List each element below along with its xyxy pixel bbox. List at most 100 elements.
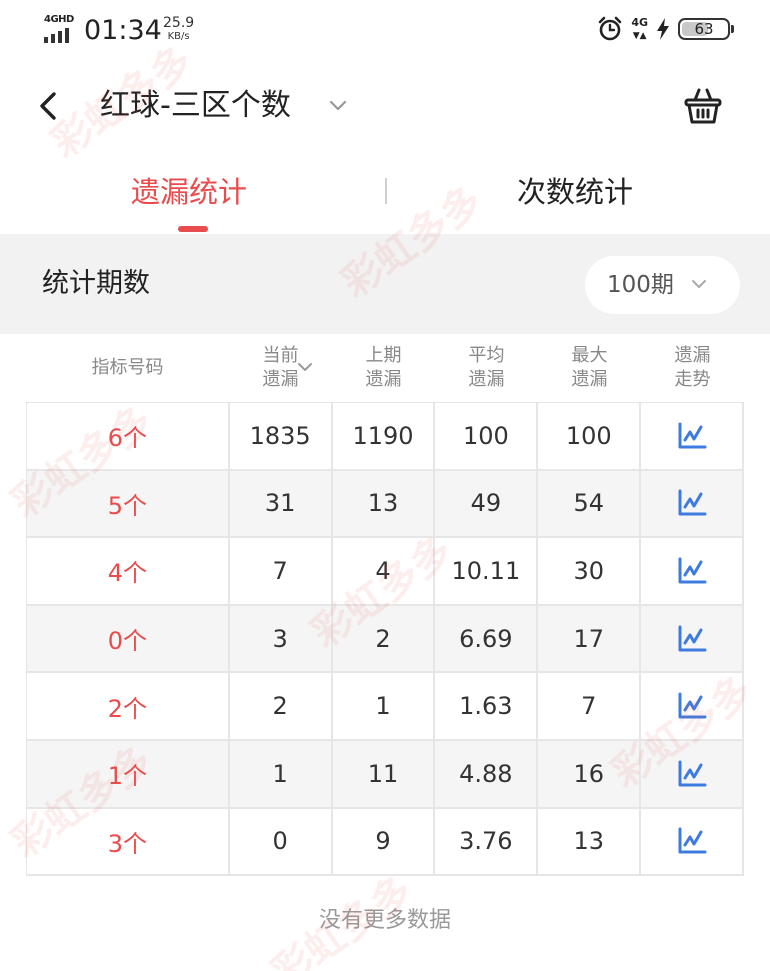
cell-average: 6.69 xyxy=(435,605,539,674)
header-max-missing: 最大 遗漏 xyxy=(538,344,641,392)
app-header: 红球-三区个数 xyxy=(0,62,770,152)
cell-average: 49 xyxy=(435,470,539,539)
table-row: 5个 31 13 49 54 xyxy=(27,470,745,539)
header-line: 遗漏 xyxy=(468,369,505,390)
cellular-signal: 4GHD xyxy=(44,14,76,44)
cell-current: 0 xyxy=(229,808,333,877)
header-line: 遗漏 xyxy=(674,345,711,366)
no-more-data-text: 没有更多数据 xyxy=(318,908,451,933)
signal-bars-icon xyxy=(44,28,69,43)
table-header: 指标号码 当前 遗漏 上期 遗漏 平均 遗漏 最大 遗漏 遗漏 走势 xyxy=(26,334,744,402)
table-row: 1个 1 11 4.88 16 xyxy=(27,740,745,809)
cell-max: 7 xyxy=(538,673,642,741)
missing-stats-table: 6个 1835 1190 100 100 5个 31 13 49 54 4个 7 4 10.11 30 0个 3… xyxy=(26,402,745,877)
cell-label: 4个 xyxy=(27,538,230,606)
header-line: 当前 xyxy=(262,345,299,366)
period-bar: 统计期数 100期 xyxy=(0,234,770,334)
table-row: 6个 1835 1190 100 100 xyxy=(27,403,745,471)
header-line: 走势 xyxy=(674,369,711,390)
cell-previous: 11 xyxy=(332,740,436,809)
table-row: 4个 7 4 10.11 30 xyxy=(27,538,745,606)
header-line: 遗漏 xyxy=(571,369,608,390)
cell-current: 1835 xyxy=(229,403,333,471)
header-line: 平均 xyxy=(468,345,505,366)
charging-bolt-icon xyxy=(657,18,669,40)
header-previous-missing: 上期 遗漏 xyxy=(332,344,435,392)
cell-previous: 1 xyxy=(332,673,436,741)
cell-max: 17 xyxy=(538,605,642,674)
alarm-icon xyxy=(599,16,622,41)
cell-average: 1.63 xyxy=(435,673,539,741)
page-title[interactable]: 红球-三区个数 xyxy=(100,86,291,126)
cell-current: 31 xyxy=(229,470,333,539)
cell-trend[interactable] xyxy=(641,605,745,674)
cell-previous: 4 xyxy=(332,538,436,606)
table-row: 2个 2 1 1.63 7 xyxy=(27,673,745,741)
network-type-label: 4GHD xyxy=(44,14,74,25)
cell-previous: 2 xyxy=(332,605,436,674)
cell-label: 1个 xyxy=(27,740,230,809)
cell-max: 16 xyxy=(538,740,642,809)
cell-label: 5个 xyxy=(27,470,230,539)
status-icons: 4G ▼▲ 63 xyxy=(597,15,734,42)
trend-chart-icon[interactable] xyxy=(677,827,707,855)
table-row: 0个 3 2 6.69 17 xyxy=(27,605,745,674)
cell-trend[interactable] xyxy=(641,673,745,741)
trend-chart-icon[interactable] xyxy=(677,422,707,450)
trend-chart-icon[interactable] xyxy=(677,692,707,720)
cell-current: 3 xyxy=(229,605,333,674)
header-current-missing[interactable]: 当前 遗漏 xyxy=(229,344,332,392)
trend-chart-icon[interactable] xyxy=(677,625,707,653)
mobile-data-indicator: 4G ▼▲ xyxy=(631,15,648,41)
cell-max: 100 xyxy=(538,403,642,471)
tab-bar: 遗漏统计 次数统计 xyxy=(0,152,770,234)
cell-label: 2个 xyxy=(27,673,230,741)
trend-chart-icon[interactable] xyxy=(677,760,707,788)
battery-percent: 63 xyxy=(694,20,714,38)
mobile-data-label: 4G xyxy=(631,15,648,29)
tab-count-stats[interactable]: 次数统计 xyxy=(517,170,633,214)
basket-icon[interactable] xyxy=(682,86,724,128)
cell-trend[interactable] xyxy=(641,403,745,471)
cell-previous: 1190 xyxy=(332,403,436,471)
period-value: 100期 xyxy=(607,272,674,298)
trend-chart-icon[interactable] xyxy=(677,489,707,517)
cell-trend[interactable] xyxy=(641,470,745,539)
active-tab-indicator xyxy=(178,226,208,232)
cell-max: 13 xyxy=(538,808,642,877)
period-select[interactable]: 100期 xyxy=(585,256,740,314)
trend-chart-icon[interactable] xyxy=(677,557,707,585)
clock: 01:34 xyxy=(84,15,162,46)
network-speed: 25.9 KB/s xyxy=(163,16,194,44)
cell-trend[interactable] xyxy=(641,740,745,809)
cell-label: 6个 xyxy=(27,403,230,471)
header-line: 上期 xyxy=(365,345,402,366)
chevron-down-icon[interactable] xyxy=(325,92,351,118)
cell-average: 100 xyxy=(435,403,539,471)
chevron-down-icon xyxy=(692,280,706,288)
back-arrow-icon[interactable] xyxy=(32,86,66,126)
cell-previous: 13 xyxy=(332,470,436,539)
cell-trend[interactable] xyxy=(641,808,745,877)
header-missing-trend: 遗漏 走势 xyxy=(641,344,744,392)
tab-divider xyxy=(385,178,387,204)
cell-max: 30 xyxy=(538,538,642,606)
cell-current: 7 xyxy=(229,538,333,606)
cell-previous: 9 xyxy=(332,808,436,877)
header-indicator: 指标号码 xyxy=(26,356,229,380)
sort-chevron-down-icon[interactable] xyxy=(296,358,314,376)
header-line: 遗漏 xyxy=(262,369,299,390)
header-indicator-label: 指标号码 xyxy=(91,357,164,378)
battery-indicator: 63 xyxy=(678,18,734,40)
cell-average: 4.88 xyxy=(435,740,539,809)
tab-missing-stats[interactable]: 遗漏统计 xyxy=(131,170,247,214)
header-line: 最大 xyxy=(571,345,608,366)
network-speed-value: 25.9 xyxy=(163,15,195,31)
period-label: 统计期数 xyxy=(42,268,150,299)
cell-average: 10.11 xyxy=(435,538,539,606)
cell-max: 54 xyxy=(538,470,642,539)
cell-trend[interactable] xyxy=(641,538,745,606)
table-row: 3个 0 9 3.76 13 xyxy=(27,808,745,877)
status-bar: 4GHD 01:34 25.9 KB/s 4G ▼▲ 63 xyxy=(0,0,770,62)
cell-current: 2 xyxy=(229,673,333,741)
